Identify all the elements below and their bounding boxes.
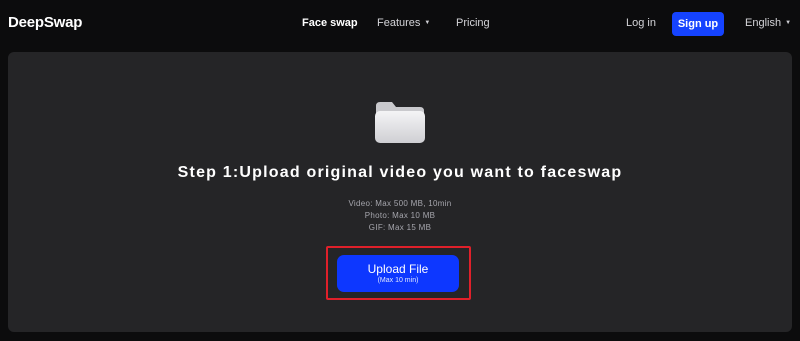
deepswap-logo[interactable]: DeepSwap <box>8 14 82 31</box>
login-label: Log in <box>626 17 656 29</box>
upload-file-sublabel: (Max 10 min) <box>377 276 419 284</box>
upload-file-button[interactable]: Upload File (Max 10 min) <box>337 255 459 292</box>
caret-down-icon: ▼ <box>785 20 792 26</box>
upload-panel[interactable]: Step 1:Upload original video you want to… <box>8 52 792 332</box>
limit-gif: GIF: Max 15 MB <box>368 223 432 232</box>
nav-face-swap[interactable]: Face swap <box>302 17 358 29</box>
top-navigation-bar: DeepSwap Face swap Features ▼ Pricing Log… <box>0 0 800 48</box>
language-selector[interactable]: English ▼ <box>745 17 791 29</box>
folder-icon <box>375 102 425 143</box>
language-label: English <box>745 17 782 29</box>
signup-button[interactable]: Sign up <box>672 12 724 36</box>
caret-down-icon: ▼ <box>424 20 431 26</box>
upload-file-label: Upload File <box>367 261 429 276</box>
limit-video: Video: Max 500 MB, 10min <box>348 199 452 208</box>
login-link[interactable]: Log in <box>626 17 656 29</box>
nav-pricing[interactable]: Pricing <box>456 17 490 29</box>
nav-features[interactable]: Features ▼ <box>377 17 430 29</box>
step-title: Step 1:Upload original video you want to… <box>177 164 623 181</box>
nav-features-label: Features <box>377 17 421 29</box>
signup-label: Sign up <box>677 18 719 30</box>
nav-face-swap-label: Face swap <box>302 17 358 29</box>
limit-photo: Photo: Max 10 MB <box>364 211 436 220</box>
upload-limits: Video: Max 500 MB, 10min Photo: Max 10 M… <box>8 198 792 234</box>
nav-pricing-label: Pricing <box>456 17 490 29</box>
